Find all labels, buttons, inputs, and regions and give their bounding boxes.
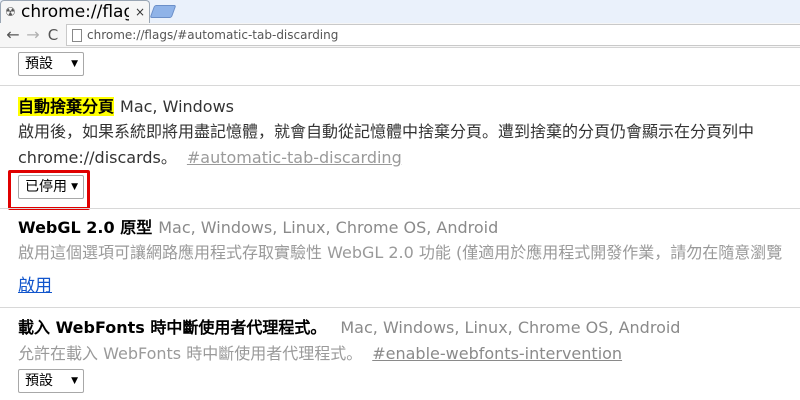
flag-description-continued: chrome://discards。 #automatic-tab-discard… xyxy=(18,147,402,169)
page-icon xyxy=(72,29,82,42)
flag-description: 允許在載入 WebFonts 時中斷使用者代理程式。 #enable-webfon… xyxy=(18,343,622,365)
new-tab-button[interactable] xyxy=(149,5,177,18)
discards-text: chrome://discards。 xyxy=(18,148,177,167)
flag-platforms: Mac, Windows xyxy=(120,97,235,116)
tab-strip: ☢ chrome://flags × xyxy=(0,0,800,23)
flag-title-webgl2: WebGL 2.0 原型 Mac, Windows, Linux, Chrome … xyxy=(18,217,498,239)
flag-anchor-link[interactable]: #automatic-tab-discarding xyxy=(187,148,402,167)
flag-select-previous[interactable]: 預設 ▼ xyxy=(18,52,84,76)
flag-name: 載入 WebFonts 時中斷使用者代理程式。 xyxy=(18,318,327,337)
flag-description: 啟用後，如果系統即將用盡記憶體，就會自動從記憶體中捨棄分頁。遭到捨棄的分頁仍會顯… xyxy=(18,122,755,141)
flag-name: WebGL 2.0 原型 xyxy=(18,218,153,237)
annotation-highlight-box xyxy=(8,170,90,210)
flag-description: 啟用這個選項可讓網路應用程式存取實驗性 WebGL 2.0 功能 (僅適用於應用… xyxy=(18,243,783,262)
tab-chrome-flags[interactable]: ☢ chrome://flags × xyxy=(0,0,150,23)
flag-description-text: 允許在載入 WebFonts 時中斷使用者代理程式。 xyxy=(18,344,363,363)
flag-platforms: Mac, Windows, Linux, Chrome OS, Android xyxy=(158,218,499,237)
url-text: chrome://flags/#automatic-tab-discarding xyxy=(87,28,339,42)
forward-arrow-icon[interactable]: → xyxy=(24,25,42,45)
flag-title-webfonts-intervention: 載入 WebFonts 時中斷使用者代理程式。 Mac, Windows, Lin… xyxy=(18,317,680,339)
tab-title: chrome://flags xyxy=(21,2,129,22)
back-arrow-icon[interactable]: ← xyxy=(4,25,22,45)
flag-title-automatic-tab-discarding: 自動捨棄分頁 Mac, Windows xyxy=(18,96,234,118)
address-bar[interactable]: chrome://flags/#automatic-tab-discarding xyxy=(66,24,800,46)
flag-name: 自動捨棄分頁 xyxy=(18,97,115,116)
divider xyxy=(0,307,800,308)
divider xyxy=(0,208,800,209)
flags-page: 預設 ▼ 自動捨棄分頁 Mac, Windows 啟用後，如果系統即將用盡記憶體，… xyxy=(0,49,800,400)
flag-select-webfonts-intervention[interactable]: 預設 ▼ xyxy=(18,369,84,393)
flag-anchor-link[interactable]: #enable-webfonts-intervention xyxy=(372,344,622,363)
select-value: 預設 xyxy=(25,373,53,389)
flag-platforms: Mac, Windows, Linux, Chrome OS, Android xyxy=(340,318,681,337)
select-value: 預設 xyxy=(25,56,53,72)
close-icon[interactable]: × xyxy=(133,4,147,20)
caret-down-icon: ▼ xyxy=(71,376,78,386)
radiation-icon: ☢ xyxy=(5,5,16,19)
divider xyxy=(0,85,800,86)
enable-link[interactable]: 啟用 xyxy=(18,275,52,297)
reload-icon[interactable]: C xyxy=(44,25,62,45)
browser-toolbar: ← → C chrome://flags/#automatic-tab-disc… xyxy=(0,23,800,48)
caret-down-icon: ▼ xyxy=(71,59,78,69)
